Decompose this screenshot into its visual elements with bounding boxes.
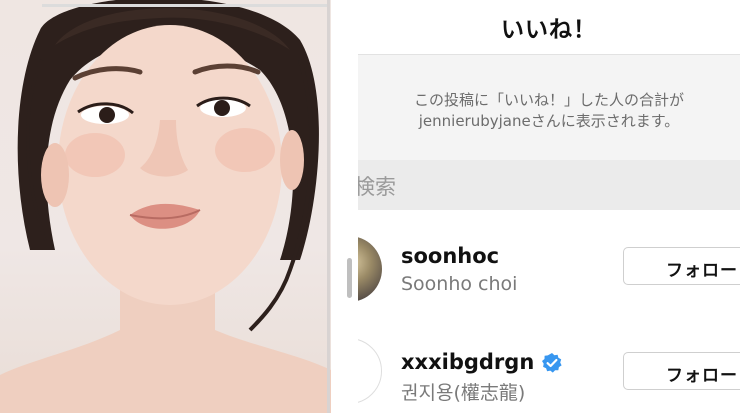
post-photo[interactable] bbox=[0, 0, 331, 413]
verified-badge-icon bbox=[542, 353, 562, 373]
avatar[interactable] bbox=[358, 338, 382, 404]
notice-line-1: この投稿に「いいね！」した人の合計が bbox=[413, 91, 684, 109]
photo-top-border bbox=[42, 4, 330, 7]
follow-button[interactable]: フォロー bbox=[623, 352, 740, 390]
full-name: Soonho choi bbox=[401, 273, 518, 295]
avatar[interactable] bbox=[358, 236, 382, 302]
follow-button-label: フォロー bbox=[666, 366, 738, 386]
follow-button[interactable]: フォロー bbox=[623, 247, 740, 285]
page-title: いいね！ bbox=[501, 17, 597, 43]
full-name: 권지용(權志龍) bbox=[401, 382, 526, 404]
portrait-image bbox=[0, 0, 331, 413]
list-item[interactable]: soonhoc Soonho choi フォロー bbox=[358, 233, 740, 323]
follow-button-label: フォロー bbox=[666, 261, 738, 281]
search-input[interactable]: 検索 bbox=[358, 160, 740, 210]
list-item[interactable]: xxxibgdrgn 권지용(權志龍) フォロー bbox=[358, 338, 740, 413]
scrollbar-handle[interactable] bbox=[347, 258, 352, 298]
username[interactable]: xxxibgdrgn bbox=[401, 350, 534, 374]
username[interactable]: soonhoc bbox=[401, 244, 499, 268]
likes-header: いいね！ bbox=[358, 0, 740, 55]
likes-notice: この投稿に「いいね！」した人の合計が jennierubyjaneさんに表示され… bbox=[358, 55, 740, 160]
divider bbox=[331, 0, 361, 413]
notice-line-2: jennierubyjaneさんに表示されます。 bbox=[418, 112, 680, 130]
photo-right-border bbox=[327, 0, 330, 413]
likes-panel: いいね！ この投稿に「いいね！」した人の合計が jennierubyjaneさん… bbox=[358, 0, 740, 413]
search-placeholder: 検索 bbox=[358, 175, 396, 199]
